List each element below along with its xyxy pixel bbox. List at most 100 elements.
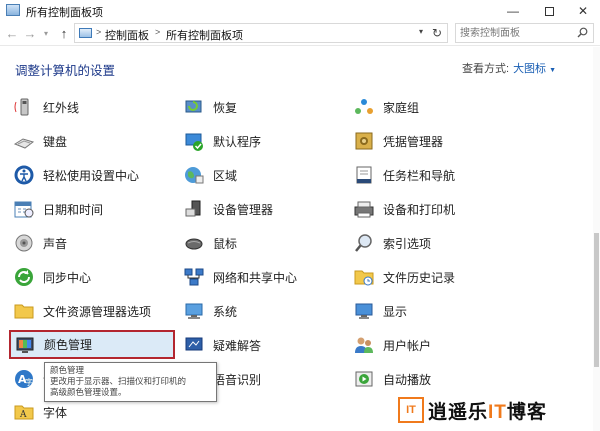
maximize-button[interactable]: [532, 0, 566, 22]
scrollbar-thumb[interactable]: [594, 233, 599, 367]
network-icon: [183, 266, 205, 288]
sync-center-icon: [13, 266, 35, 288]
item-label: 设备管理器: [213, 202, 274, 217]
device-manager-icon: [183, 198, 205, 220]
mouse-icon: [183, 232, 205, 254]
item-label: 日期和时间: [43, 202, 104, 217]
user-accounts-icon: [353, 334, 375, 356]
region-icon: [183, 164, 205, 186]
item-label: 网络和共享中心: [213, 270, 298, 285]
search-input[interactable]: [460, 26, 572, 40]
back-button[interactable]: ←: [4, 24, 20, 42]
view-by-dropdown[interactable]: 大图标: [513, 63, 546, 75]
svg-text:A: A: [19, 410, 27, 420]
up-button[interactable]: ↑: [56, 24, 72, 42]
item-label: 索引选项: [383, 236, 432, 251]
title-bar: 所有控制面板项 — ✕: [0, 0, 600, 22]
item-keyboard[interactable]: 键盘: [13, 128, 67, 154]
breadcrumb-control-panel[interactable]: 控制面板: [105, 27, 149, 43]
item-default-programs[interactable]: 默认程序: [183, 128, 261, 154]
svg-text:字: 字: [25, 377, 33, 387]
item-devices-printers[interactable]: 设备和打印机: [353, 196, 455, 222]
watermark-text-a: 逍遥乐: [428, 401, 489, 423]
minimize-button[interactable]: —: [496, 0, 530, 22]
item-explorer-options[interactable]: 文件资源管理器选项: [13, 298, 151, 324]
tooltip-line: 更改用于显示器、扫描仪和打印机的: [50, 376, 187, 386]
item-label: 文件资源管理器选项: [43, 304, 152, 319]
keyboard-icon: [13, 130, 35, 152]
devices-printers-icon: [353, 198, 375, 220]
item-label: 任务栏和导航: [383, 168, 456, 183]
file-history-icon: [353, 266, 375, 288]
item-label: 轻松使用设置中心: [43, 168, 140, 183]
sound-icon: [13, 232, 35, 254]
item-sound[interactable]: 声音: [13, 230, 67, 256]
item-label: 疑难解答: [213, 338, 262, 353]
watermark-text: 逍遥乐IT博客: [428, 397, 547, 424]
item-label: 区域: [213, 168, 238, 183]
forward-button[interactable]: →: [22, 24, 38, 42]
item-recovery[interactable]: 恢复: [183, 94, 237, 120]
item-label: 同步中心: [43, 270, 92, 285]
vertical-scrollbar[interactable]: [593, 47, 600, 431]
explorer-options-icon: [13, 300, 35, 322]
item-label: 字体: [43, 405, 68, 420]
troubleshooting-icon: [183, 334, 205, 356]
item-user-accounts[interactable]: 用户帐户: [353, 332, 431, 358]
item-label: 设备和打印机: [383, 202, 456, 217]
watermark-text-it: IT: [488, 401, 507, 423]
item-troubleshooting[interactable]: 疑难解答: [183, 332, 261, 358]
homegroup-icon: [353, 96, 375, 118]
close-button[interactable]: ✕: [566, 0, 600, 22]
search-icon[interactable]: [577, 27, 588, 38]
item-credential-manager[interactable]: 凭据管理器: [353, 128, 443, 154]
item-label: 声音: [43, 236, 68, 251]
address-box[interactable]: > 控制面板 > 所有控制面板项 ▾ ↻: [74, 23, 448, 43]
breadcrumb-all-items[interactable]: 所有控制面板项: [166, 27, 243, 43]
item-device-manager[interactable]: 设备管理器: [183, 196, 273, 222]
item-indexing-options[interactable]: 索引选项: [353, 230, 431, 256]
item-ease-of-access[interactable]: 轻松使用设置中心: [13, 162, 139, 188]
view-by-label: 查看方式:: [462, 63, 510, 75]
item-label: 语音识别: [213, 372, 262, 387]
tooltip: 颜色管理 更改用于显示器、扫描仪和打印机的 高级颜色管理设置。: [44, 362, 217, 402]
item-autoplay[interactable]: 自动播放: [353, 366, 431, 392]
item-homegroup[interactable]: 家庭组: [353, 94, 419, 120]
window-title: 所有控制面板项: [26, 7, 103, 19]
tooltip-title: 颜色管理: [50, 365, 85, 375]
address-dropdown-icon[interactable]: ▾: [419, 27, 423, 36]
item-file-history[interactable]: 文件历史记录: [353, 264, 455, 290]
recent-locations-button[interactable]: ▾: [40, 24, 52, 42]
item-sync-center[interactable]: 同步中心: [13, 264, 91, 290]
item-label: 用户帐户: [383, 338, 432, 353]
date-time-icon: [13, 198, 35, 220]
system-icon: [183, 300, 205, 322]
breadcrumb-separator-icon[interactable]: >: [155, 27, 160, 37]
item-label: 恢复: [213, 100, 238, 115]
item-mouse[interactable]: 鼠标: [183, 230, 237, 256]
view-by-caret-icon[interactable]: ▼: [549, 67, 556, 74]
item-infrared[interactable]: 红外线: [13, 94, 79, 120]
item-taskbar[interactable]: 任务栏和导航: [353, 162, 455, 188]
item-network[interactable]: 网络和共享中心: [183, 264, 297, 290]
watermark: IT 逍遥乐IT博客: [398, 392, 547, 428]
control-panel-icon: [79, 28, 92, 38]
tooltip-line: 高级颜色管理设置。: [50, 387, 127, 397]
credential-manager-icon: [353, 130, 375, 152]
item-date-time[interactable]: 日期和时间: [13, 196, 103, 222]
recovery-icon: [183, 96, 205, 118]
display-icon: [353, 300, 375, 322]
refresh-icon[interactable]: ↻: [432, 26, 442, 40]
item-system[interactable]: 系统: [183, 298, 237, 324]
item-label: 默认程序: [213, 134, 262, 149]
item-fonts[interactable]: A 字体: [13, 399, 67, 425]
search-box[interactable]: [455, 23, 594, 43]
item-color-management[interactable]: 颜色管理: [9, 330, 175, 359]
item-region[interactable]: 区域: [183, 162, 237, 188]
item-label: 家庭组: [383, 100, 420, 115]
item-display[interactable]: 显示: [353, 298, 407, 324]
maximize-icon: [544, 6, 554, 16]
item-label: 显示: [383, 304, 408, 319]
breadcrumb-separator-icon[interactable]: >: [96, 27, 101, 37]
item-label: 键盘: [43, 134, 68, 149]
